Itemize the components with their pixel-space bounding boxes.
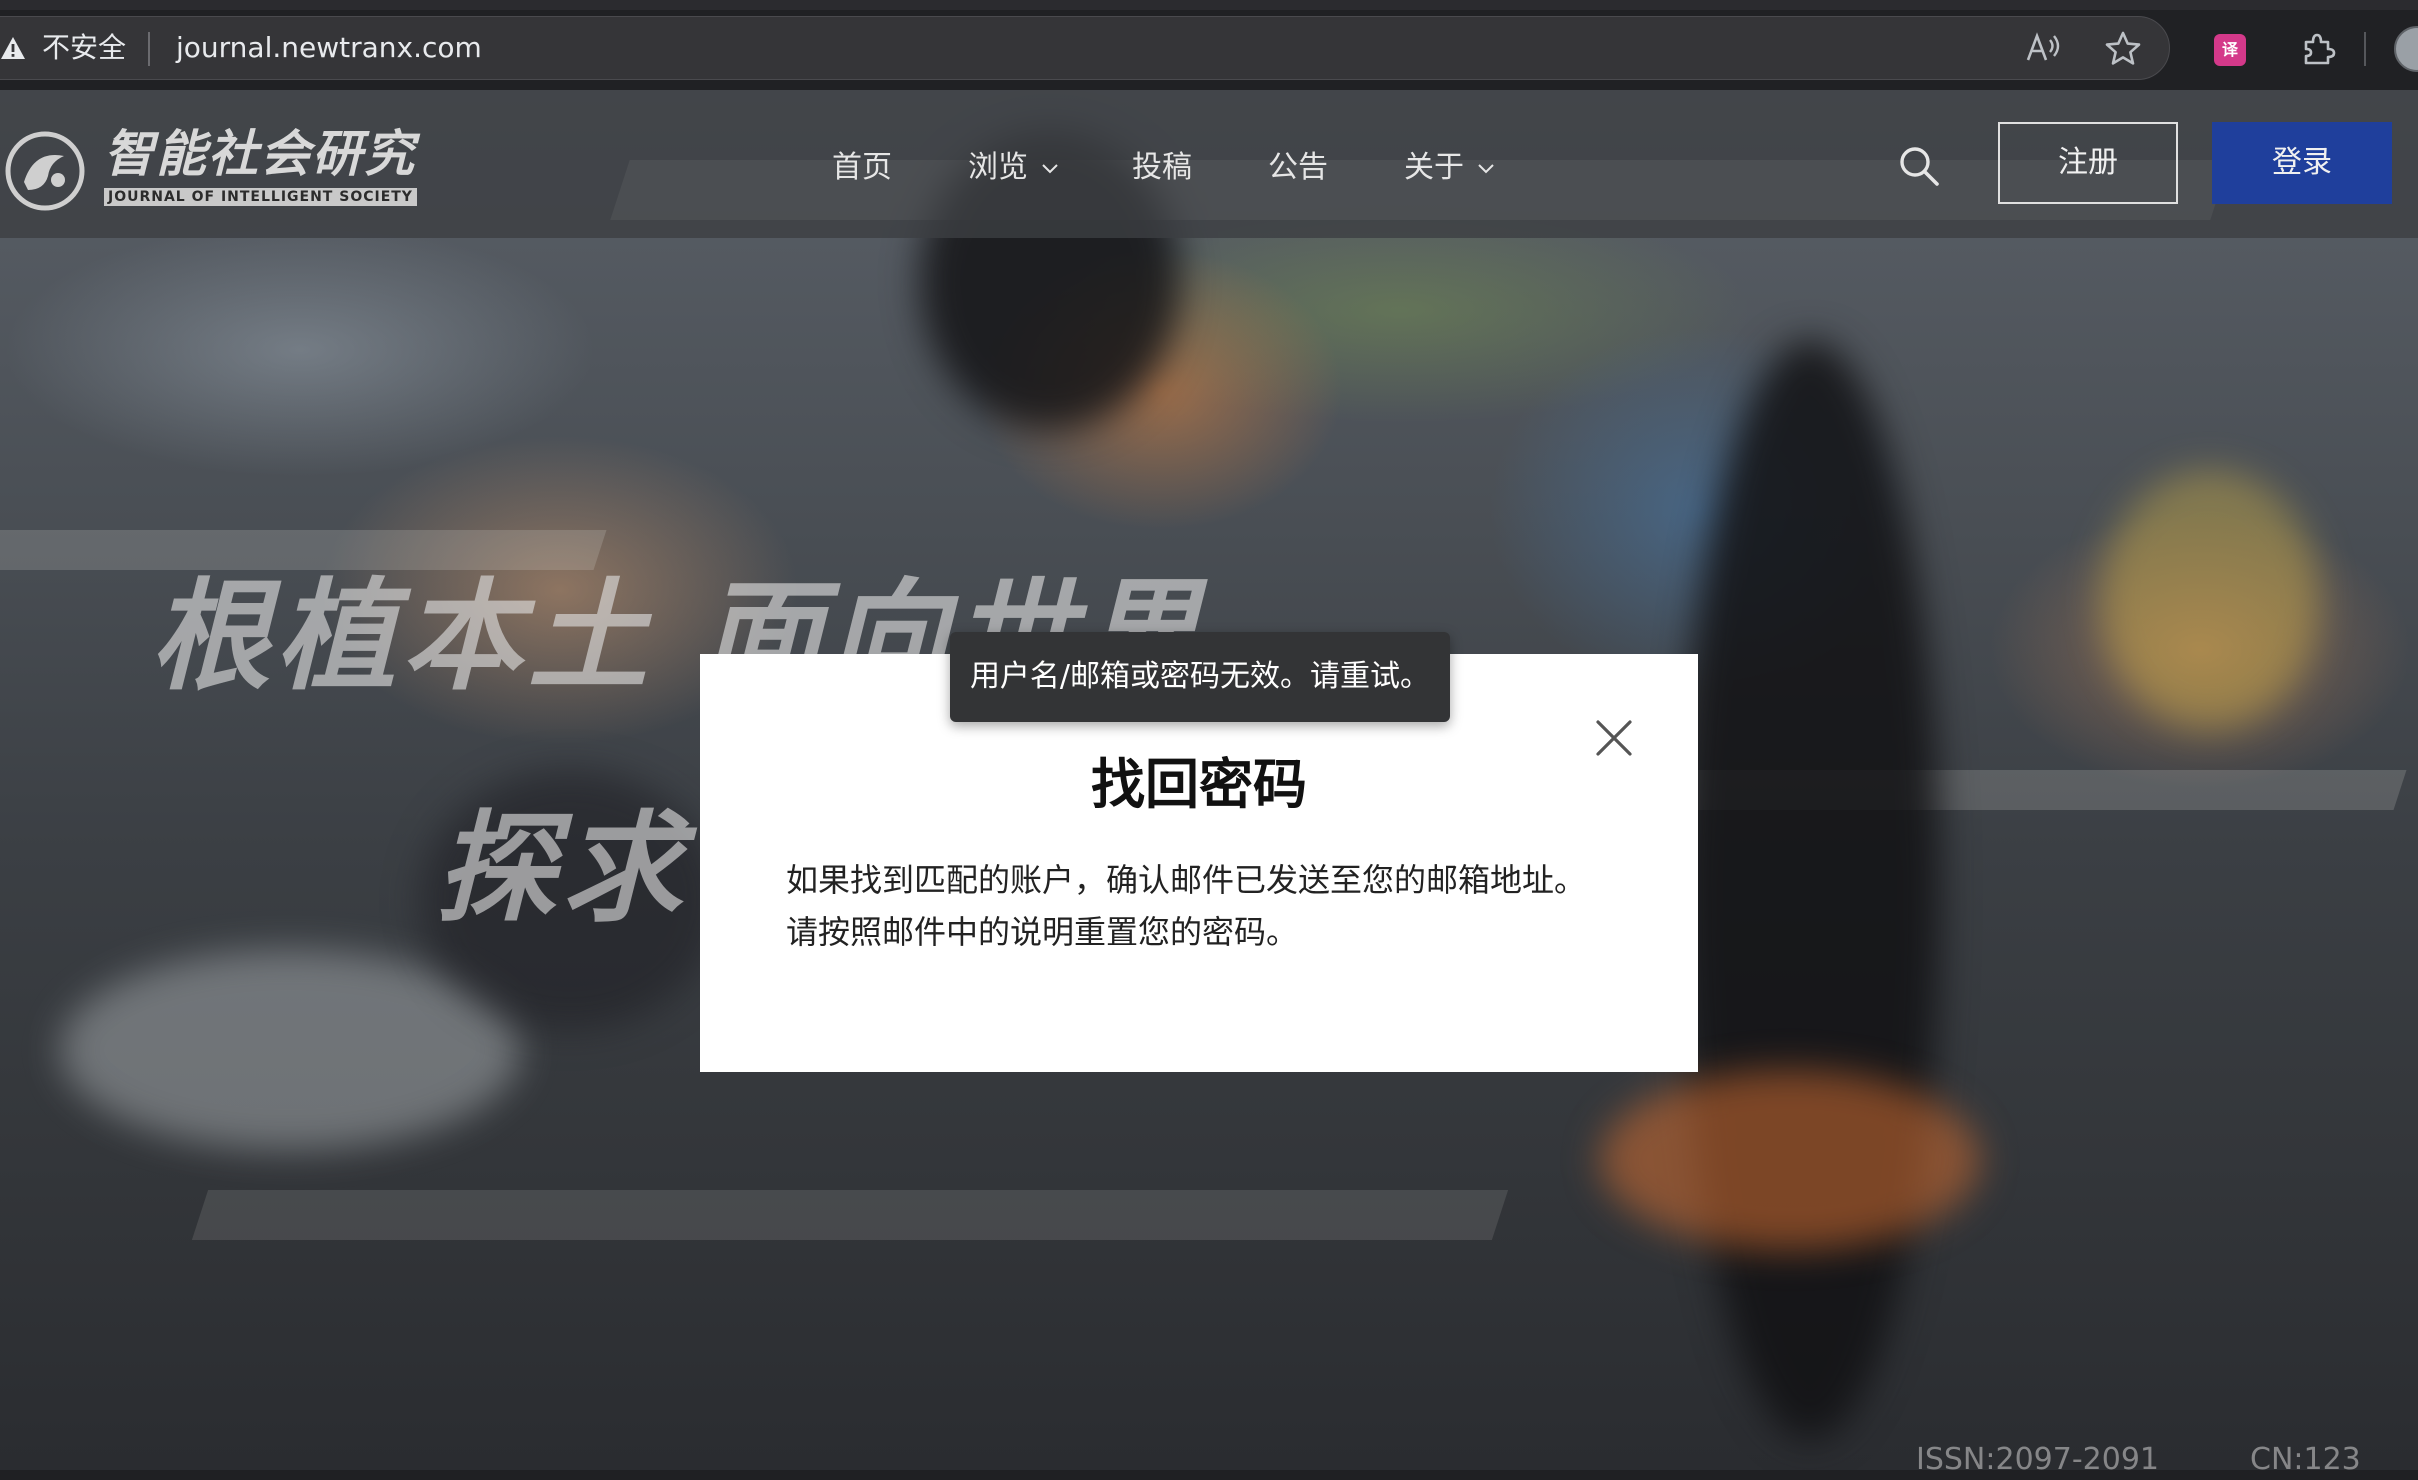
cn-label: CN:123 xyxy=(2250,1442,2361,1477)
register-button[interactable]: 注册 xyxy=(1998,122,2178,204)
nav-submit-label: 投稿 xyxy=(1132,150,1192,185)
translate-extension-icon[interactable]: 译 xyxy=(2214,34,2246,66)
logo-title: 智能社会研究 xyxy=(104,124,416,183)
login-button[interactable]: 登录 xyxy=(2212,122,2392,204)
search-icon[interactable] xyxy=(1898,145,1940,187)
browser-toolbar: 不安全 journal.newtranx.com 译 xyxy=(0,0,2418,90)
runner-sock xyxy=(2100,470,2320,730)
extensions-puzzle-icon[interactable] xyxy=(2298,30,2336,68)
modal-message-line2: 请按照邮件中的说明重置您的密码。 xyxy=(786,913,1299,951)
modal-title: 找回密码 xyxy=(1091,753,1307,816)
nav-browse-label: 浏览 xyxy=(968,150,1028,185)
hero-slogan-line2: 探求 xyxy=(436,800,688,939)
runner-leg xyxy=(1680,340,1940,1440)
modal-message-line1: 如果找到匹配的账户，确认邮件已发送至您的邮箱地址。 xyxy=(786,861,1587,899)
error-toast: 用户名/邮箱或密码无效。请重试。 xyxy=(950,632,1450,722)
road-stripe xyxy=(191,1190,1509,1240)
chevron-down-icon xyxy=(1477,163,1494,173)
nav-notice-label: 公告 xyxy=(1268,150,1328,185)
site-logo[interactable]: 智能社会研究 JOURNAL OF INTELLIGENT SOCIETY xyxy=(4,120,424,211)
nav-home-label: 首页 xyxy=(832,150,892,185)
chevron-down-icon xyxy=(1041,163,1058,173)
profile-avatar[interactable] xyxy=(2394,26,2418,72)
read-aloud-icon[interactable] xyxy=(2024,30,2064,66)
runner-shoe xyxy=(1600,1070,1980,1250)
site-header: 智能社会研究 JOURNAL OF INTELLIGENT SOCIETY 首页… xyxy=(0,90,2418,238)
modal-message: 如果找到匹配的账户，确认邮件已发送至您的邮箱地址。 请按照邮件中的说明重置您的密… xyxy=(786,854,1636,958)
logo-emblem-icon xyxy=(5,131,85,211)
url-text[interactable]: journal.newtranx.com xyxy=(176,30,482,66)
nav-submit[interactable]: 投稿 xyxy=(1132,148,1192,188)
issn-label: ISSN:2097-2091 xyxy=(1916,1442,2160,1477)
favorite-star-icon[interactable] xyxy=(2104,30,2142,68)
address-divider xyxy=(148,32,150,66)
road-stripe xyxy=(0,530,607,570)
nav-about[interactable]: 关于 xyxy=(1404,148,1494,188)
warning-icon[interactable] xyxy=(0,36,26,60)
logo-subtitle: JOURNAL OF INTELLIGENT SOCIETY xyxy=(104,188,417,206)
nav-notice[interactable]: 公告 xyxy=(1268,148,1328,188)
nav-home[interactable]: 首页 xyxy=(832,148,892,188)
security-status-label[interactable]: 不安全 xyxy=(42,30,126,66)
nav-about-label: 关于 xyxy=(1404,150,1464,185)
toolbar-divider xyxy=(2364,32,2366,66)
nav-browse[interactable]: 浏览 xyxy=(968,148,1058,188)
